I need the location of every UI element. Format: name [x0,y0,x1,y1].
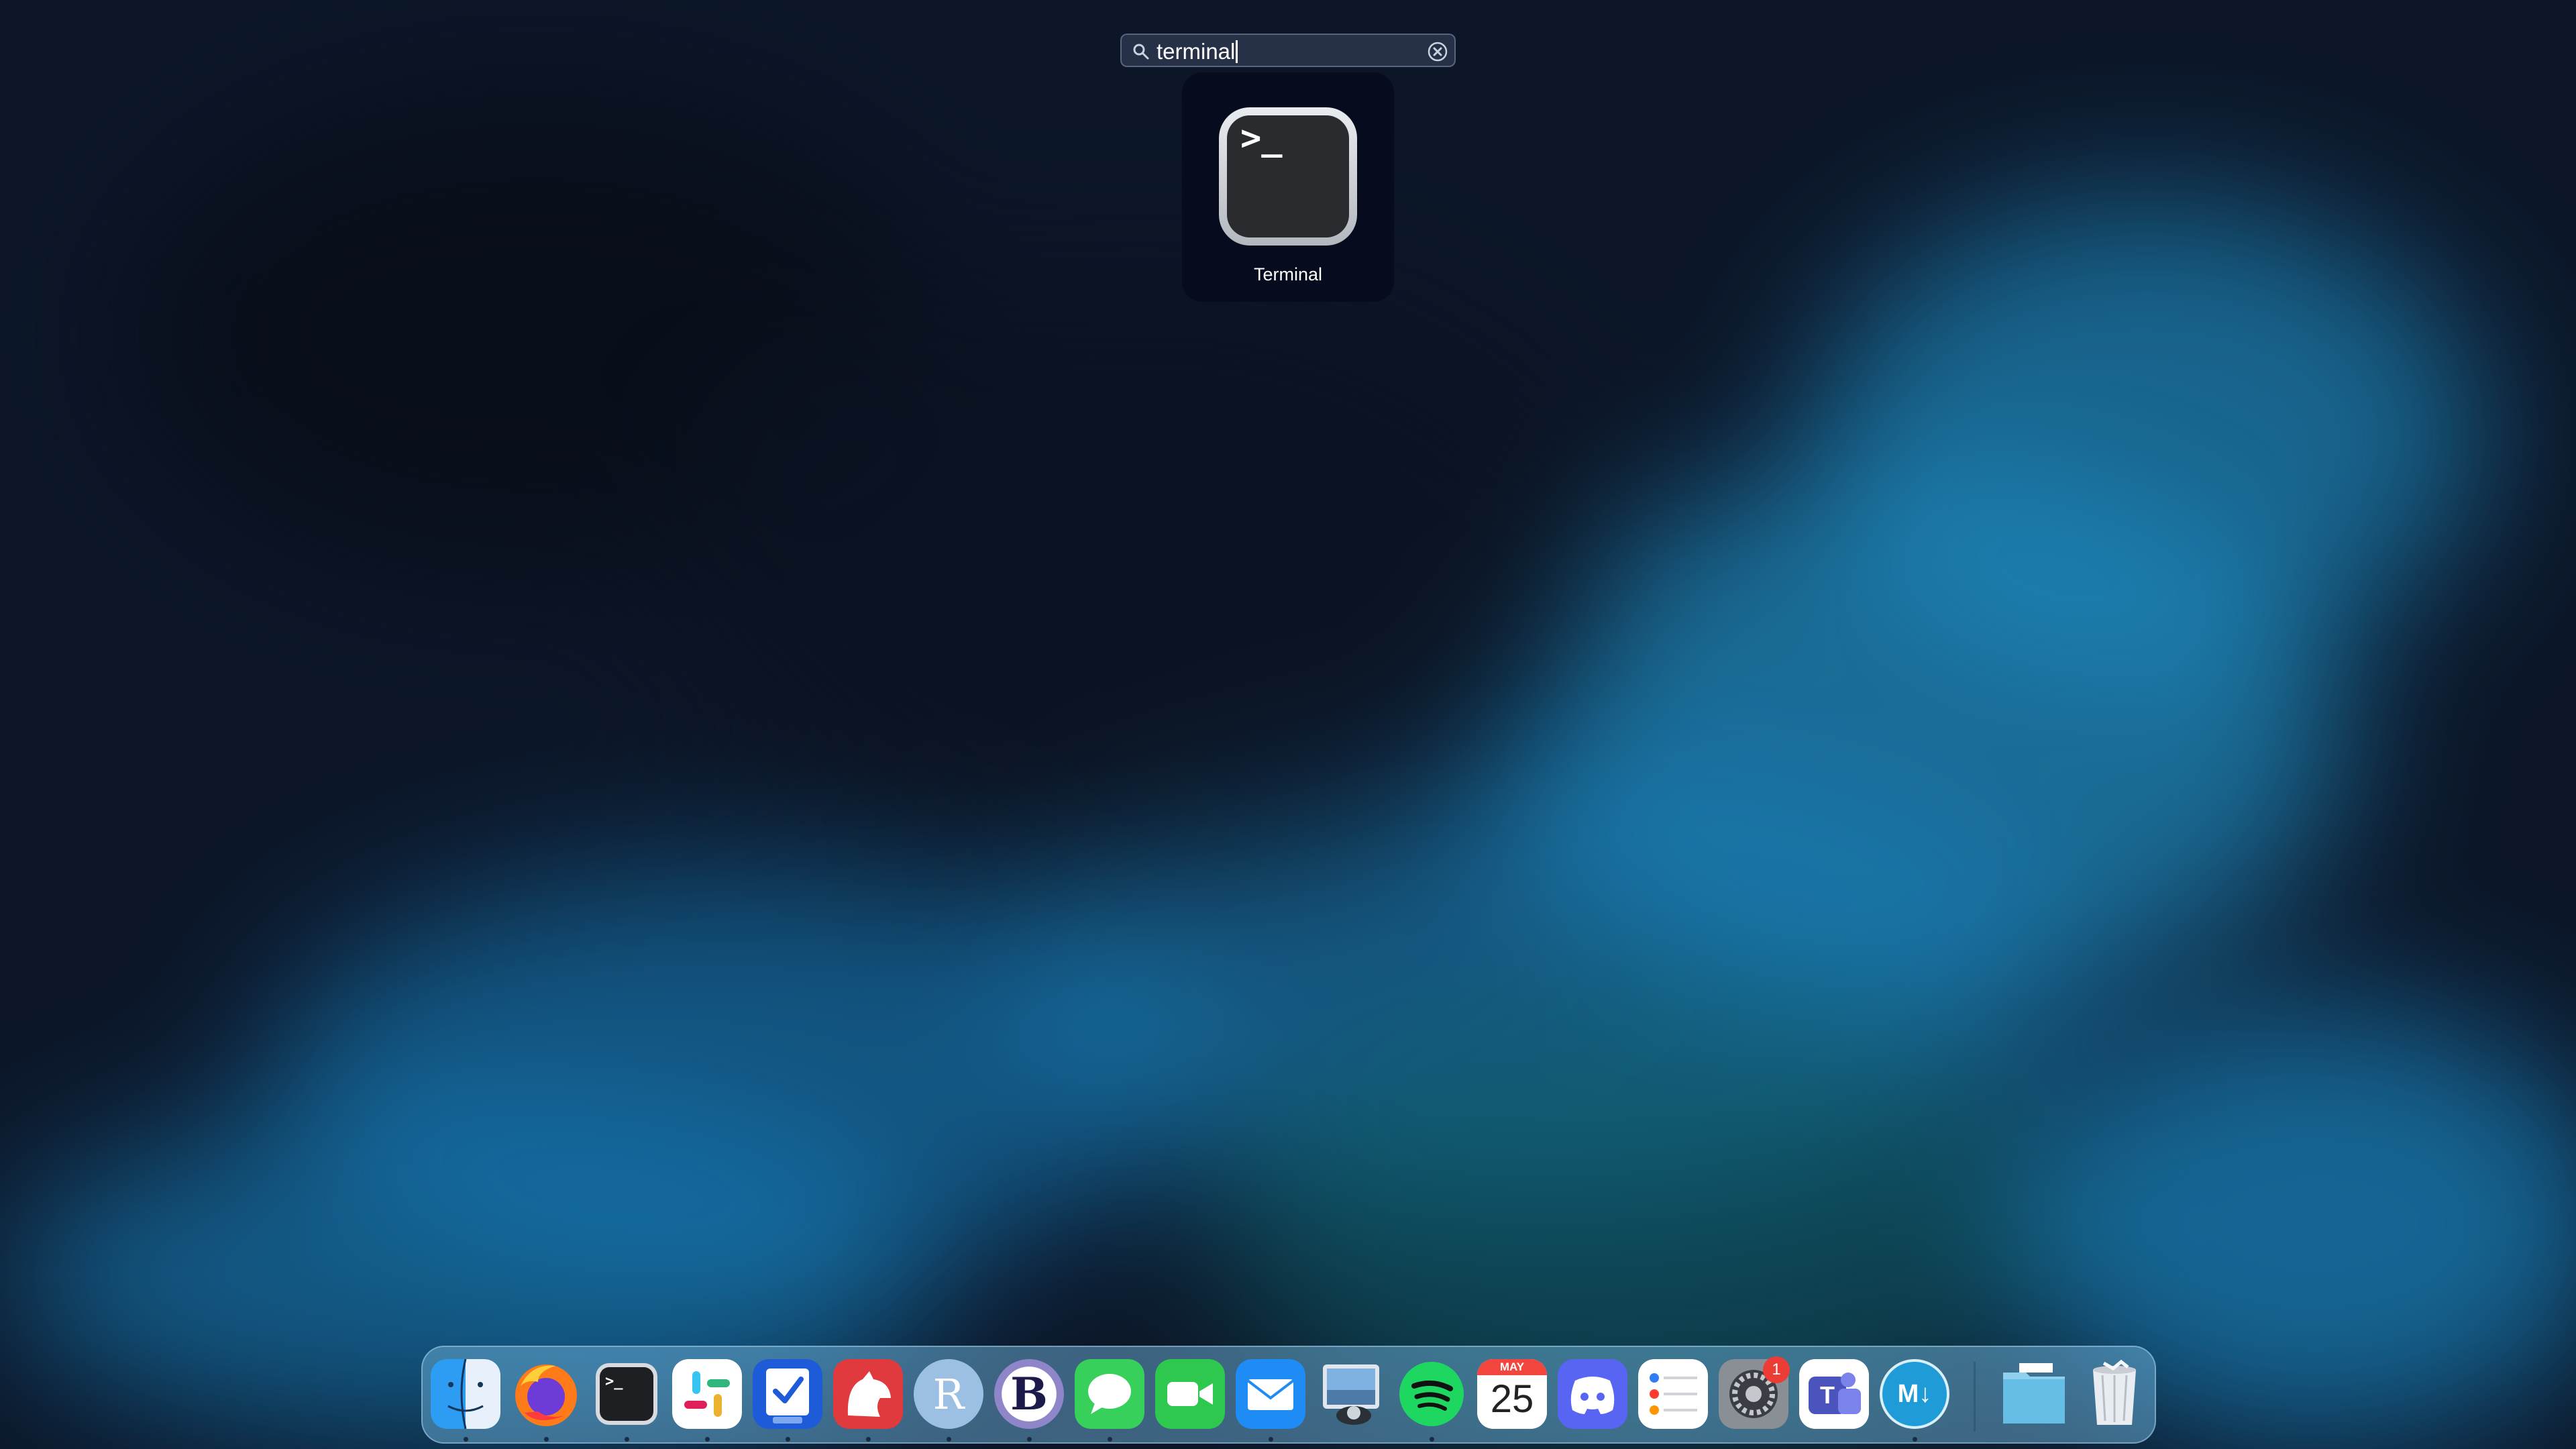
dock-item-calendar[interactable]: MAY 25 [1477,1359,1547,1429]
running-indicator [947,1437,951,1442]
dock-item-tasks[interactable] [753,1359,822,1442]
svg-text:>_: >_ [605,1373,623,1390]
dock-item-finder[interactable] [431,1359,500,1442]
dock-divider [1974,1362,1976,1432]
running-indicator [625,1437,629,1442]
teams-icon: T [1799,1359,1869,1429]
running-indicator [1108,1437,1112,1442]
search-icon [1133,44,1149,60]
bbedit-icon: B [994,1359,1064,1429]
reminders-icon [1638,1359,1708,1429]
running-indicator [464,1437,468,1442]
running-indicator [786,1437,790,1442]
running-indicator [866,1437,871,1442]
preview-icon [1323,1364,1379,1425]
messages-icon [1075,1359,1144,1429]
dock-item-firefox[interactable] [511,1359,581,1442]
dock-item-folder[interactable] [1999,1359,2069,1429]
running-indicator [705,1437,710,1442]
running-indicator [1027,1437,1032,1442]
dock-item-mail[interactable] [1236,1359,1305,1442]
search-result-terminal[interactable]: >_ Terminal [1182,72,1394,302]
dock-item-system-settings[interactable]: 1 [1719,1356,1790,1429]
terminal-icon: >_ [596,1363,657,1425]
clear-search-button[interactable] [1426,40,1449,63]
checklist-icon [753,1359,822,1429]
text-caret [1236,40,1238,63]
running-indicator [1430,1437,1434,1442]
dock-item-r[interactable]: R [914,1359,983,1442]
notification-badge: 1 [1763,1356,1790,1383]
finder-icon [431,1359,500,1429]
firefox-icon [515,1364,577,1426]
running-indicator [1913,1437,1917,1442]
dock-item-facetime[interactable] [1155,1359,1225,1429]
trash-icon [2093,1359,2136,1425]
facetime-icon [1155,1359,1225,1429]
desktop: terminal >_ Terminal >_ R B MAY 25 1 T M… [0,0,2576,1449]
search-query-text: terminal [1157,39,1236,64]
dock-item-preview[interactable] [1316,1359,1386,1429]
dock-item-bbedit[interactable]: B [994,1359,1064,1442]
dock-item-bear[interactable] [833,1359,903,1442]
dock-item-slack[interactable] [672,1359,742,1442]
running-indicator [1269,1437,1273,1442]
calendar-day: 25 [1490,1377,1534,1421]
r-icon: R [914,1359,983,1429]
calendar-icon: MAY 25 [1477,1359,1547,1429]
dock-item-discord[interactable] [1558,1359,1627,1429]
dock-item-teams[interactable]: T [1799,1359,1869,1429]
slack-icon [672,1359,742,1429]
calendar-month: MAY [1477,1359,1547,1375]
mail-icon [1236,1359,1305,1429]
discord-icon [1558,1359,1627,1429]
dock-item-messages[interactable] [1075,1359,1144,1442]
terminal-icon: >_ [1219,107,1357,246]
running-indicator [544,1437,549,1442]
dock-item-terminal[interactable]: >_ [592,1359,661,1442]
dock-item-reminders[interactable] [1638,1359,1708,1429]
folder-icon [2003,1363,2065,1424]
dock-item-spotify[interactable] [1397,1359,1466,1442]
bear-icon [833,1359,903,1429]
spotify-icon [1399,1362,1464,1426]
search-field[interactable]: terminal [1120,34,1456,67]
markdown-icon: M↓ [1880,1359,1949,1429]
search-input[interactable]: terminal [1157,38,1398,66]
search-result-label: Terminal [1253,264,1323,284]
dock: >_ R B MAY 25 1 T M↓ [421,1346,2156,1444]
dock-item-markdown[interactable]: M↓ [1880,1359,1949,1442]
dock-item-trash[interactable] [2080,1359,2149,1429]
